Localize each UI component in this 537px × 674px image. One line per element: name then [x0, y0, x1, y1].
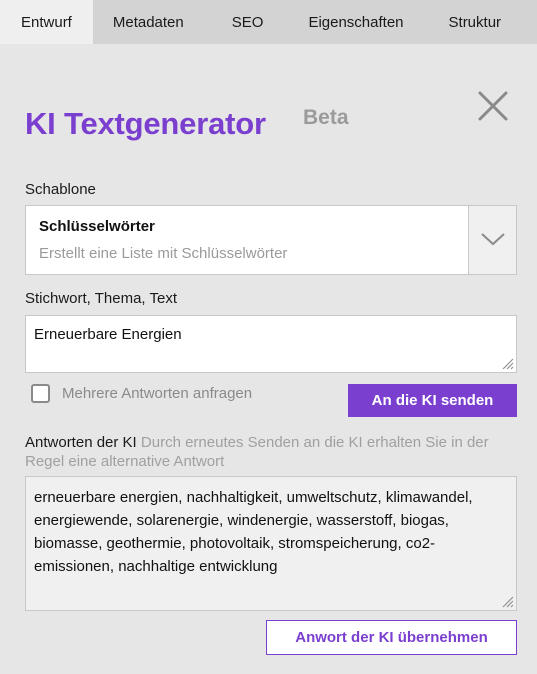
close-icon[interactable]: [476, 89, 510, 123]
tab-bar: Entwurf Metadaten SEO Eigenschaften Stru…: [0, 0, 537, 44]
tab-metadaten[interactable]: Metadaten: [93, 0, 207, 44]
tab-entwurf[interactable]: Entwurf: [0, 0, 93, 44]
tab-seo[interactable]: SEO: [207, 0, 289, 44]
chevron-down-icon: [481, 233, 505, 246]
multiple-answers-label: Mehrere Antworten anfragen: [62, 385, 253, 402]
beta-badge: Beta: [303, 106, 349, 129]
template-selected-description: Erstellt eine Liste mit Schlüsselwörter: [39, 245, 288, 262]
tab-struktur[interactable]: Struktur: [429, 0, 502, 44]
prompt-label: Stichwort, Thema, Text: [25, 290, 178, 307]
multiple-answers-checkbox[interactable]: [31, 384, 50, 403]
prompt-textarea[interactable]: Erneuerbare Energien: [25, 315, 517, 373]
response-textarea[interactable]: erneuerbare energien, nachhaltigkeit, um…: [25, 476, 517, 611]
adopt-response-button[interactable]: Anwort der KI übernehmen: [266, 620, 517, 655]
tab-eigenschaften[interactable]: Eigenschaften: [288, 0, 428, 44]
template-dropdown-toggle[interactable]: [468, 206, 516, 274]
template-label: Schablone: [25, 181, 96, 198]
response-label: Antworten der KI: [25, 434, 137, 451]
ki-textgenerator-panel: KI Textgenerator Beta Schablone Schlüsse…: [0, 44, 537, 674]
template-select[interactable]: Schlüsselwörter Erstellt eine Liste mit …: [25, 205, 517, 275]
response-heading: Antworten der KI Durch erneutes Senden a…: [25, 433, 515, 471]
dialog-title: KI Textgenerator: [25, 106, 266, 141]
send-to-ai-button[interactable]: An die KI senden: [348, 384, 517, 417]
template-selected-title: Schlüsselwörter: [39, 218, 155, 235]
